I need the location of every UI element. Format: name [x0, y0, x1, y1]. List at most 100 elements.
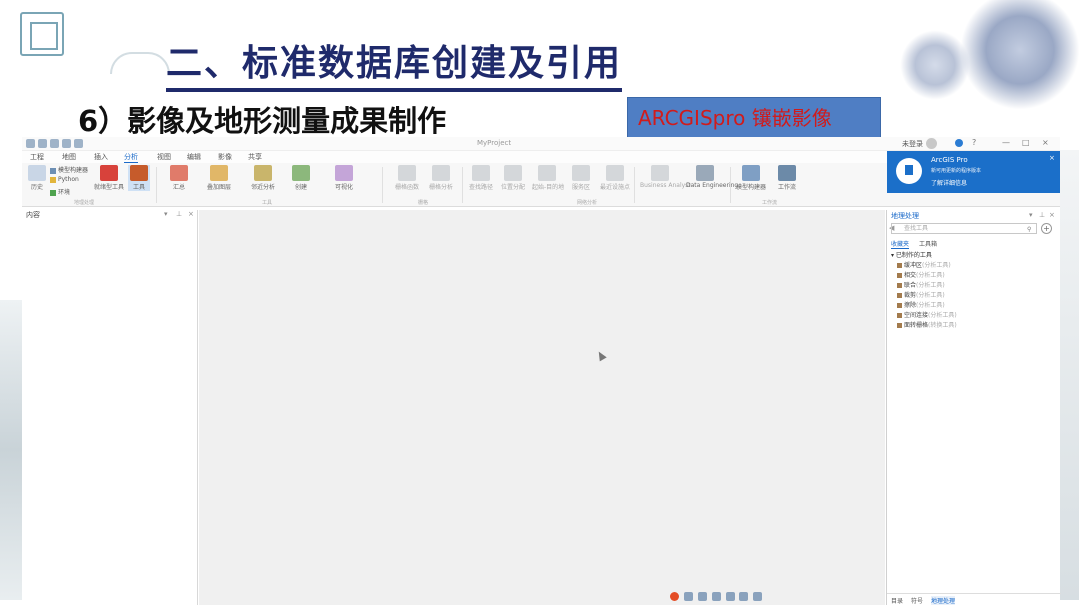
- service-area-button[interactable]: 服务区: [568, 165, 594, 191]
- create-icon: [292, 165, 310, 181]
- cloud-ornament: [110, 52, 170, 74]
- close-icon[interactable]: ×: [188, 210, 194, 218]
- save-icon[interactable]: [38, 139, 47, 148]
- update-notification[interactable]: ArcGIS Pro 新可用更新的程序版本 了解详细信息 ×: [887, 151, 1060, 193]
- environments-icon: [50, 189, 56, 196]
- pane-menu-icon[interactable]: ▾: [1029, 211, 1033, 219]
- close-icon[interactable]: ×: [1049, 154, 1055, 162]
- tab-map[interactable]: 地图: [62, 152, 76, 162]
- visualize-icon: [335, 165, 353, 181]
- tool-item[interactable]: 联合(分析工具): [897, 280, 945, 289]
- od-matrix-button[interactable]: 起始-目的地: [532, 165, 564, 191]
- raster-functions-icon: [398, 165, 416, 181]
- mouse-cursor-icon: [595, 349, 607, 362]
- favorites-folder[interactable]: ▾ 已制作的工具: [891, 250, 932, 259]
- tab-imagery[interactable]: 影像: [218, 152, 232, 162]
- corner-ornament: [20, 12, 64, 56]
- tab-catalog[interactable]: 目录: [891, 596, 903, 605]
- model-builder-icon: [50, 167, 56, 174]
- visualize-button[interactable]: 可视化: [324, 165, 364, 191]
- summarize-button[interactable]: 汇总: [164, 165, 194, 191]
- tool-search-input[interactable]: 查找工具 ⚲: [891, 223, 1037, 234]
- redo-icon[interactable]: [74, 139, 83, 148]
- contents-pane: 内容 ▾ ⊥ ×: [22, 210, 198, 605]
- moon-icon[interactable]: [683, 592, 693, 601]
- mic-icon[interactable]: [697, 592, 707, 601]
- tool-icon: [897, 263, 902, 268]
- data-engineering-button[interactable]: Data Engineering: [686, 165, 738, 189]
- raster-functions-button[interactable]: 栅格函数: [392, 165, 422, 191]
- input-method-icon[interactable]: [670, 592, 679, 601]
- ready-tools-button[interactable]: 就绪型工具: [94, 165, 124, 191]
- proximity-button[interactable]: 邻近分析: [248, 165, 278, 191]
- tab-geoprocessing[interactable]: 地理处理: [931, 596, 956, 605]
- environments-button[interactable]: 环境: [50, 187, 70, 196]
- divider: [730, 167, 731, 203]
- tab-project[interactable]: 工程: [30, 152, 44, 162]
- undo-icon[interactable]: [62, 139, 71, 148]
- help-icon[interactable]: ?: [972, 138, 976, 147]
- tab-favorites[interactable]: 收藏夹: [891, 239, 910, 249]
- business-analyst-button[interactable]: Business Analyst: [640, 165, 691, 189]
- model-builder-large-button[interactable]: 模型构建器: [736, 165, 766, 191]
- python-button[interactable]: Python: [50, 176, 79, 183]
- flower-decoration: [900, 30, 970, 100]
- overlay-button[interactable]: 叠加图层: [202, 165, 236, 191]
- workflows-button[interactable]: 工作流: [770, 165, 804, 191]
- overlay-icon: [210, 165, 228, 181]
- tool-icon: [897, 293, 902, 298]
- find-path-button[interactable]: 查找路径: [468, 165, 494, 191]
- notification-link[interactable]: 了解详细信息: [931, 178, 967, 187]
- wrench-icon[interactable]: [753, 592, 763, 601]
- keyboard-icon[interactable]: [711, 592, 721, 601]
- tab-insert[interactable]: 插入: [94, 152, 108, 162]
- tab-symbology[interactable]: 符号: [911, 596, 923, 605]
- auto-hide-icon[interactable]: ⊥: [176, 210, 182, 218]
- tab-share[interactable]: 共享: [248, 152, 262, 162]
- app-icon[interactable]: [26, 139, 35, 148]
- tab-toolboxes[interactable]: 工具箱: [919, 239, 937, 248]
- notification-icon[interactable]: [955, 139, 963, 147]
- add-tool-icon[interactable]: +: [1041, 223, 1052, 234]
- maximize-icon[interactable]: □: [1022, 138, 1030, 147]
- group-tools: 工具: [262, 200, 273, 206]
- tool-item[interactable]: 擦除(分析工具): [897, 300, 945, 309]
- find-path-icon: [472, 165, 490, 181]
- open-icon[interactable]: [50, 139, 59, 148]
- pane-menu-icon[interactable]: ▾: [164, 210, 168, 218]
- pane-bottom-tabs: 目录 符号 地理处理: [887, 593, 1061, 605]
- map-view[interactable]: [199, 210, 885, 605]
- tab-view[interactable]: 视图: [157, 152, 171, 162]
- history-button[interactable]: 历史: [26, 165, 48, 191]
- tool-item[interactable]: 面转栅格(转换工具): [897, 320, 957, 329]
- create-button[interactable]: 创建: [286, 165, 316, 191]
- tab-edit[interactable]: 编辑: [187, 152, 201, 162]
- geoprocessing-pane-title: 地理处理: [891, 212, 919, 220]
- close-icon[interactable]: ×: [1049, 211, 1055, 219]
- divider: [382, 167, 383, 203]
- model-builder-button[interactable]: 模型构建器: [50, 165, 88, 174]
- avatar[interactable]: [926, 138, 937, 149]
- summarize-icon: [170, 165, 188, 181]
- raster-analysis-button[interactable]: 栅格分析: [426, 165, 456, 191]
- tab-analysis[interactable]: 分析: [124, 152, 138, 163]
- minimize-icon[interactable]: —: [1002, 138, 1010, 147]
- grid-icon[interactable]: [739, 592, 749, 601]
- shirt-icon[interactable]: [725, 592, 735, 601]
- tool-item[interactable]: 缓冲区(分析工具): [897, 260, 951, 269]
- group-workflows: 工作流: [762, 200, 778, 206]
- user-area: 未登录 ? — □ ×: [900, 137, 1060, 151]
- user-name[interactable]: 未登录: [902, 139, 923, 149]
- tool-item[interactable]: 空间连接(分析工具): [897, 310, 957, 319]
- tool-item[interactable]: 裁剪(分析工具): [897, 290, 945, 299]
- arcgis-pro-window: MyProject 未登录 ? — □ × 工程 地图 插入 分析 视图 编辑 …: [22, 137, 1061, 605]
- auto-hide-icon[interactable]: ⊥: [1039, 211, 1045, 219]
- location-allocation-button[interactable]: 位置分配: [500, 165, 526, 191]
- tool-item[interactable]: 相交(分析工具): [897, 270, 945, 279]
- closest-facility-button[interactable]: 最近设施点: [600, 165, 630, 191]
- close-icon[interactable]: ×: [1042, 138, 1049, 147]
- left-landscape-decoration: [0, 300, 22, 600]
- tools-button[interactable]: 工具: [128, 165, 150, 191]
- search-icon[interactable]: ⚲: [1027, 225, 1031, 234]
- group-network: 网络分析: [577, 200, 598, 206]
